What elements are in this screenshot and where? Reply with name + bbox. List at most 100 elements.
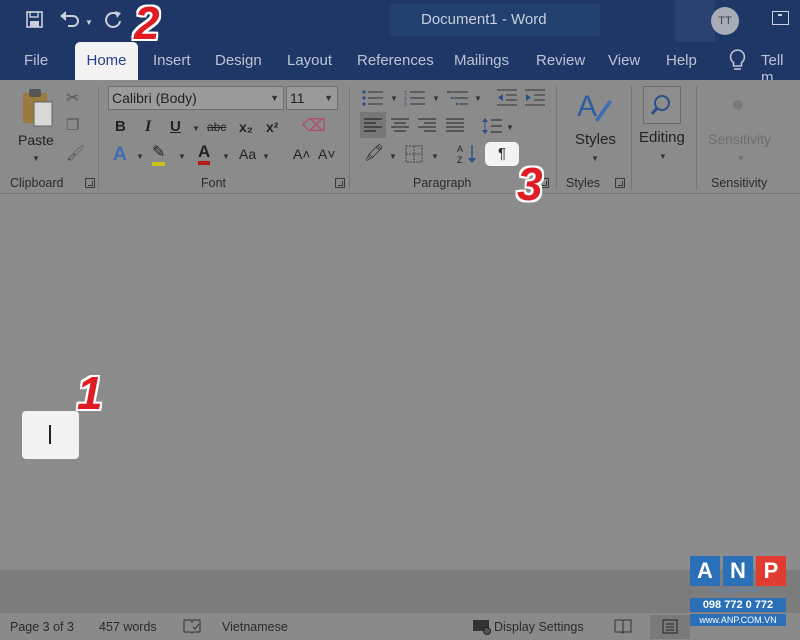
superscript-button[interactable]: x² [266, 119, 278, 135]
multilevel-dropdown-icon[interactable]: ▼ [474, 94, 482, 103]
bullets-dropdown-icon[interactable]: ▼ [390, 94, 398, 103]
lightbulb-icon[interactable] [729, 49, 746, 71]
line-spacing-dropdown-icon[interactable]: ▼ [506, 123, 514, 132]
redo-icon[interactable] [103, 10, 123, 30]
chevron-down-icon: ▼ [324, 93, 333, 103]
paste-icon[interactable] [20, 88, 54, 128]
anp-tagline: AN NINH PHÁT [713, 588, 763, 595]
editing-button[interactable]: Editing [639, 129, 685, 146]
format-painter-icon[interactable]: 🖌 [66, 144, 85, 162]
tab-home[interactable]: Home [75, 42, 138, 80]
clipboard-launcher-icon[interactable] [85, 178, 95, 188]
anp-letter-p: P [756, 556, 786, 586]
font-name-dropdown[interactable]: Calibri (Body) ▼ [108, 86, 284, 110]
font-size-value: 11 [290, 90, 305, 106]
numbering-dropdown-icon[interactable]: ▼ [432, 94, 440, 103]
styles-group-label: Styles [566, 176, 601, 190]
align-right-icon[interactable] [418, 118, 436, 132]
print-layout-view-button[interactable] [650, 615, 690, 639]
change-case-button[interactable]: Aa [239, 146, 256, 162]
display-settings-button[interactable]: Display Settings [494, 620, 584, 634]
undo-dropdown-icon[interactable]: ▼ [85, 12, 93, 34]
numbering-icon[interactable]: 123 [404, 90, 426, 106]
ribbon-tab-bar: File Home Insert Design Layout Reference… [0, 42, 800, 86]
font-group-label: Font [201, 176, 227, 190]
page-count[interactable]: Page 3 of 3 [10, 620, 74, 634]
paste-dropdown-icon[interactable]: ▼ [32, 154, 40, 163]
text-effects-button[interactable]: A [113, 144, 127, 166]
search-icon [650, 95, 670, 115]
tab-file[interactable]: File [24, 52, 48, 69]
sort-icon[interactable]: AZ [457, 143, 477, 165]
tab-insert[interactable]: Insert [153, 52, 191, 69]
highlight-dropdown-icon[interactable]: ▼ [178, 152, 186, 161]
avatar[interactable]: TT [711, 7, 739, 35]
highlight-icon[interactable]: ✎ [152, 144, 166, 166]
save-icon[interactable] [26, 11, 43, 28]
underline-dropdown-icon[interactable]: ▼ [192, 124, 200, 133]
display-settings-icon[interactable] [472, 619, 492, 635]
grow-font-button[interactable]: A˄ [293, 146, 311, 162]
font-color-icon[interactable]: A [198, 142, 211, 165]
word-count[interactable]: 457 words [99, 620, 157, 634]
tab-view[interactable]: View [608, 52, 640, 69]
align-left-active-icon[interactable] [364, 118, 382, 132]
read-mode-icon[interactable] [614, 619, 632, 634]
sensitivity-button[interactable]: Sensitivity [708, 131, 771, 147]
language-indicator[interactable]: Vietnamese [222, 620, 288, 634]
line-spacing-icon[interactable] [482, 117, 502, 135]
show-hide-formatting-button[interactable]: ¶ [485, 142, 519, 166]
clear-formatting-icon[interactable]: ⌫ [302, 116, 326, 136]
tab-mailings[interactable]: Mailings [454, 52, 509, 69]
borders-dropdown-icon[interactable]: ▼ [431, 152, 439, 161]
paste-button[interactable]: Paste [18, 132, 54, 148]
italic-button[interactable]: I [145, 118, 151, 136]
separator [631, 86, 632, 190]
sensitivity-dropdown-icon[interactable]: ▼ [737, 154, 745, 163]
multilevel-list-icon[interactable] [447, 90, 469, 106]
editing-icon-box[interactable] [643, 86, 681, 124]
shading-dropdown-icon[interactable]: ▼ [389, 152, 397, 161]
text-effects-dropdown-icon[interactable]: ▼ [136, 152, 144, 161]
subscript-button[interactable]: x₂ [239, 119, 253, 135]
ribbon-display-options-icon[interactable] [772, 11, 789, 25]
tab-design[interactable]: Design [215, 52, 262, 69]
font-name-value: Calibri (Body) [112, 90, 197, 106]
styles-icon[interactable]: A [575, 88, 613, 126]
change-case-dropdown-icon[interactable]: ▼ [262, 152, 270, 161]
decrease-indent-icon[interactable] [497, 89, 517, 107]
document-bottom-strip [0, 570, 800, 612]
document-area[interactable] [0, 195, 800, 570]
underline-button[interactable]: U [170, 118, 181, 135]
print-layout-icon [662, 619, 678, 634]
increase-indent-icon[interactable] [525, 89, 545, 107]
sensitivity-group-label: Sensitivity [711, 176, 768, 190]
font-launcher-icon[interactable] [335, 178, 345, 188]
ribbon-home: Paste ▼ ✂ ❐ 🖌 Clipboard Calibri (Body) ▼… [0, 80, 800, 194]
font-size-dropdown[interactable]: 11 ▼ [286, 86, 338, 110]
strikethrough-button[interactable]: abc [207, 120, 226, 134]
tab-review[interactable]: Review [536, 52, 585, 69]
proofing-icon[interactable] [183, 619, 201, 634]
font-color-dropdown-icon[interactable]: ▼ [222, 152, 230, 161]
borders-icon[interactable] [405, 145, 423, 163]
svg-text:A: A [577, 90, 597, 123]
sensitivity-icon [733, 100, 743, 110]
tab-references[interactable]: References [357, 52, 434, 69]
bullets-icon[interactable] [362, 90, 384, 106]
styles-button[interactable]: Styles [575, 131, 616, 148]
justify-icon[interactable] [446, 118, 464, 132]
align-center-icon[interactable] [391, 118, 409, 132]
styles-launcher-icon[interactable] [615, 178, 625, 188]
anp-watermark-logo: A N P AN NINH PHÁT 098 772 0 772 www.ANP… [690, 556, 786, 632]
bold-button[interactable]: B [115, 118, 126, 135]
copy-icon[interactable]: ❐ [66, 116, 79, 134]
editing-dropdown-icon[interactable]: ▼ [659, 152, 667, 161]
shrink-font-button[interactable]: A˅ [318, 146, 336, 162]
cut-icon[interactable]: ✂ [66, 88, 79, 108]
styles-dropdown-icon[interactable]: ▼ [591, 154, 599, 163]
shading-icon[interactable]: 🖍 [364, 143, 384, 163]
undo-icon[interactable] [59, 10, 81, 28]
tab-layout[interactable]: Layout [287, 52, 332, 69]
tab-help[interactable]: Help [666, 52, 697, 69]
